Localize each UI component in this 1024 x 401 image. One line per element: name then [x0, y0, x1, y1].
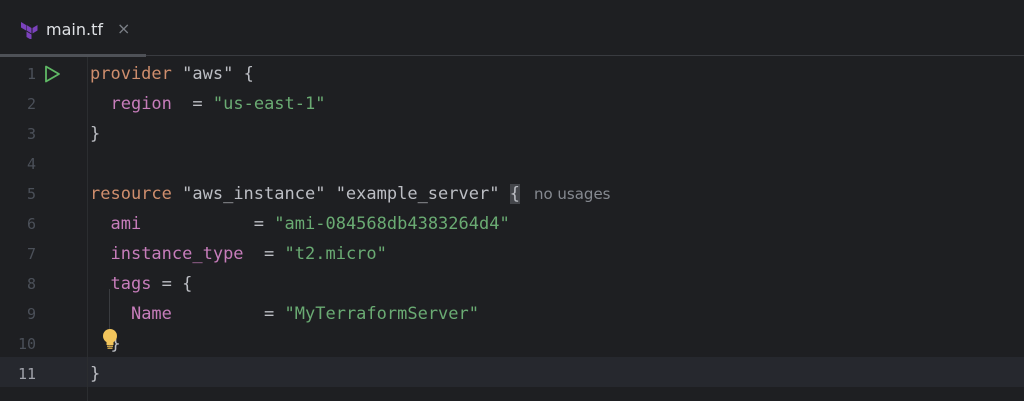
code-line-9: Name = "MyTerraformServer"	[90, 299, 479, 329]
string-value: "us-east-1"	[212, 94, 326, 114]
brace: }	[90, 364, 101, 384]
line-number: 4	[26, 155, 36, 173]
attribute-key: tags	[110, 274, 152, 294]
string-literal: "aws"	[182, 64, 234, 84]
keyword: provider	[90, 64, 172, 84]
string-literal: "example_server"	[335, 184, 500, 204]
code-line-2: region = "us-east-1"	[90, 89, 325, 119]
code-editor[interactable]: 1 2 3 4 5 6 7 8 9 10 11 provider "aws" {…	[0, 57, 1024, 401]
tab-main-tf[interactable]: main.tf ×	[0, 0, 146, 57]
line-number: 1	[26, 65, 36, 83]
attribute-key: ami	[110, 214, 142, 234]
equals: =	[264, 244, 275, 264]
editor-tab-bar: main.tf ×	[0, 0, 1024, 57]
equals: =	[264, 304, 275, 324]
line-number: 9	[26, 305, 36, 323]
keyword: resource	[90, 184, 172, 204]
equals: =	[253, 214, 265, 234]
brace: }	[90, 124, 101, 144]
tab-label: main.tf	[46, 20, 103, 39]
gutter-separator	[87, 57, 88, 401]
code-line-8: tags = {	[90, 269, 192, 299]
code-line-5: resource "aws_instance" "example_server"…	[90, 179, 610, 209]
line-number: 2	[26, 95, 36, 113]
code-line-11: }	[90, 359, 100, 389]
lightbulb-icon[interactable]	[101, 328, 119, 350]
string-value: "ami-084568db4383264d4"	[274, 214, 510, 234]
code-line-3: }	[90, 119, 100, 149]
line-number-current: 11	[17, 365, 36, 383]
code-line-6: ami = "ami-084568db4383264d4"	[90, 209, 510, 239]
code-line-7: instance_type = "t2.micro"	[90, 239, 387, 269]
string-value: "MyTerraformServer"	[284, 304, 479, 324]
line-number: 10	[17, 335, 36, 353]
line-number: 7	[26, 245, 36, 263]
current-line-highlight	[0, 357, 1024, 387]
brace: {	[243, 64, 254, 84]
equals: =	[192, 94, 203, 114]
attribute-key: region	[110, 94, 172, 114]
string-value: "t2.micro"	[284, 244, 387, 264]
attribute-key: instance_type	[110, 244, 244, 264]
terraform-icon	[21, 22, 38, 39]
run-icon[interactable]	[43, 65, 61, 83]
string-literal: "aws_instance"	[182, 184, 326, 204]
line-number: 3	[26, 125, 36, 143]
line-number: 8	[26, 275, 36, 293]
usages-hint[interactable]: no usages	[534, 185, 611, 203]
attribute-key: Name	[130, 304, 172, 324]
code-line-1: provider "aws" {	[90, 59, 254, 89]
close-icon[interactable]: ×	[117, 19, 130, 38]
line-number: 6	[26, 215, 36, 233]
assign-open-brace: = {	[151, 274, 193, 294]
brace: {	[509, 184, 520, 204]
line-number: 5	[26, 185, 36, 203]
